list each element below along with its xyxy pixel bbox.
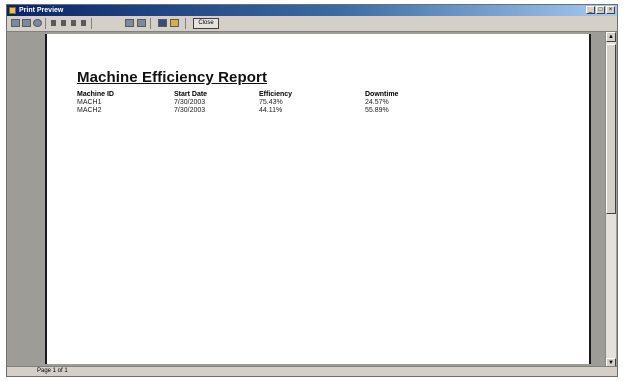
scroll-up-button[interactable]: ▲ xyxy=(606,32,616,42)
save-icon[interactable] xyxy=(158,19,167,27)
zoom-icon[interactable] xyxy=(33,19,42,27)
page-indicator: Page 1 of 1 xyxy=(37,368,68,374)
maximize-button[interactable]: □ xyxy=(596,6,605,14)
title-bar[interactable]: Print Preview _ □ × xyxy=(7,5,617,16)
toolbar-separator xyxy=(150,18,151,29)
toolbar: Close xyxy=(7,16,617,32)
app-icon xyxy=(9,7,16,14)
print-preview-window: Print Preview _ □ × Close Machine Effici… xyxy=(6,4,618,377)
report-title: Machine Efficiency Report xyxy=(77,69,268,86)
toolbar-separator xyxy=(91,18,92,29)
print-icon[interactable] xyxy=(11,19,20,27)
preview-area: Machine Efficiency Report Machine ID Sta… xyxy=(7,32,617,368)
toolbar-separator xyxy=(45,18,46,29)
close-preview-button[interactable]: Close xyxy=(193,18,219,29)
table-cell: 44.11% xyxy=(259,107,283,114)
toolbar-separator xyxy=(185,18,186,29)
table-cell: 7/30/2003 xyxy=(174,107,206,114)
window-title: Print Preview xyxy=(19,7,64,14)
window-controls: _ □ × xyxy=(586,6,615,14)
vertical-scrollbar[interactable]: ▲ ▼ xyxy=(605,32,616,368)
export-icon[interactable] xyxy=(125,19,134,27)
status-bar: Page 1 of 1 xyxy=(7,366,617,376)
first-page-icon[interactable] xyxy=(51,20,56,26)
last-page-icon[interactable] xyxy=(81,20,86,26)
next-page-icon[interactable] xyxy=(71,20,76,26)
table-cell: 55.89% xyxy=(365,107,389,114)
open-icon[interactable] xyxy=(170,19,179,27)
scroll-thumb[interactable] xyxy=(606,44,616,214)
page-setup-icon[interactable] xyxy=(22,19,31,27)
report-page: Machine Efficiency Report Machine ID Sta… xyxy=(45,34,591,364)
previous-page-icon[interactable] xyxy=(61,20,66,26)
close-window-button[interactable]: × xyxy=(606,6,615,14)
email-icon[interactable] xyxy=(137,19,146,27)
minimize-button[interactable]: _ xyxy=(586,6,595,14)
table-cell: MACH2 xyxy=(77,107,102,114)
